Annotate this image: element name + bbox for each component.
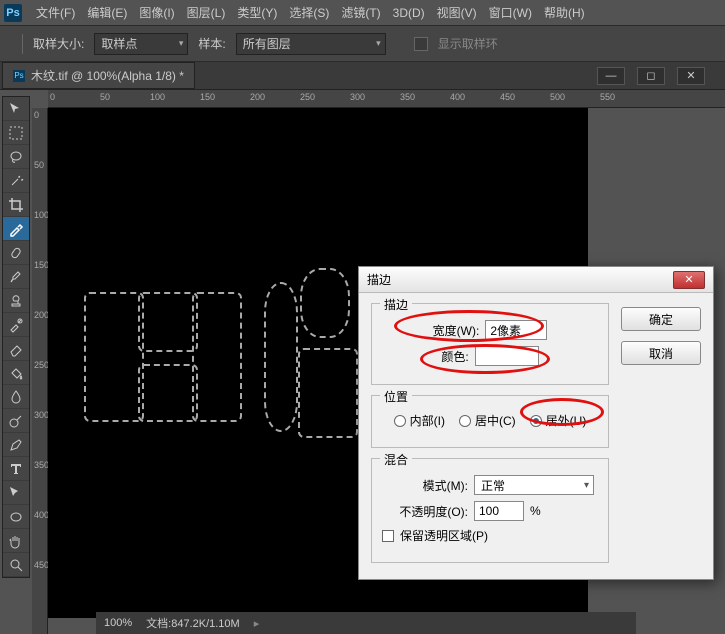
dialog-close-button[interactable]: ✕: [673, 271, 705, 289]
dodge-tool[interactable]: [3, 409, 29, 433]
dialog-titlebar[interactable]: 描边 ✕: [359, 267, 713, 293]
menu-layer[interactable]: 图层(L): [181, 0, 232, 25]
preserve-checkbox[interactable]: 保留透明区域(P): [382, 527, 488, 544]
document-tab[interactable]: Ps 木纹.tif @ 100%(Alpha 1/8) *: [2, 62, 195, 89]
sample-size-dropdown[interactable]: 取样点: [94, 33, 188, 55]
position-fieldset: 位置 内部(I) 居中(C) 居外(U): [371, 395, 609, 448]
pos-outside-radio[interactable]: 居外(U): [530, 412, 587, 429]
maximize-button[interactable]: ◻: [637, 67, 665, 85]
width-input[interactable]: [485, 320, 547, 340]
hand-tool[interactable]: [3, 529, 29, 553]
wand-tool[interactable]: [3, 169, 29, 193]
brush-tool[interactable]: [3, 265, 29, 289]
mode-label: 模式(M):: [382, 477, 468, 494]
menu-edit[interactable]: 编辑(E): [81, 0, 133, 25]
menu-view[interactable]: 视图(V): [431, 0, 483, 25]
color-label: 颜色:: [441, 348, 468, 365]
ruler-vertical: 050100150200250300350400450: [32, 108, 48, 634]
sample-label: 样本:: [198, 35, 225, 52]
tool-panel: [2, 96, 30, 578]
opacity-input[interactable]: [474, 501, 524, 521]
divider: [22, 34, 23, 54]
marquee-tool[interactable]: [3, 121, 29, 145]
path-tool[interactable]: [3, 481, 29, 505]
menu-file[interactable]: 文件(F): [30, 0, 81, 25]
menu-filter[interactable]: 滤镜(T): [335, 0, 386, 25]
stroke-legend: 描边: [380, 296, 412, 313]
type-tool[interactable]: [3, 457, 29, 481]
close-button[interactable]: ✕: [677, 67, 705, 85]
menu-type[interactable]: 类型(Y): [231, 0, 283, 25]
move-tool[interactable]: [3, 97, 29, 121]
blur-tool[interactable]: [3, 385, 29, 409]
minimize-button[interactable]: —: [597, 67, 625, 85]
sample-dropdown[interactable]: 所有图层: [236, 33, 386, 55]
shape-tool[interactable]: [3, 505, 29, 529]
history-brush-tool[interactable]: [3, 313, 29, 337]
blend-fieldset: 混合 模式(M): 正常 不透明度(O): % 保留透明区域(P): [371, 458, 609, 563]
pos-inside-radio[interactable]: 内部(I): [394, 412, 445, 429]
stroke-dialog: 描边 ✕ 描边 宽度(W): 颜色:: [358, 266, 714, 580]
eraser-tool[interactable]: [3, 337, 29, 361]
cancel-button[interactable]: 取消: [621, 341, 701, 365]
mode-select[interactable]: 正常: [474, 475, 594, 495]
crop-tool[interactable]: [3, 193, 29, 217]
eyedropper-tool[interactable]: [3, 217, 29, 241]
heal-tool[interactable]: [3, 241, 29, 265]
position-legend: 位置: [380, 388, 412, 405]
document-titlebar: Ps 木纹.tif @ 100%(Alpha 1/8) * — ◻ ✕: [0, 62, 725, 90]
menu-select[interactable]: 选择(S): [283, 0, 335, 25]
pos-center-radio[interactable]: 居中(C): [459, 412, 516, 429]
menu-help[interactable]: 帮助(H): [538, 0, 591, 25]
menu-window[interactable]: 窗口(W): [483, 0, 538, 25]
sample-size-label: 取样大小:: [33, 35, 84, 52]
menu-image[interactable]: 图像(I): [133, 0, 180, 25]
window-controls: — ◻ ✕: [597, 67, 725, 85]
zoom-tool[interactable]: [3, 553, 29, 577]
workspace: 050100150200250300350400450500550 050100…: [0, 90, 725, 634]
bucket-tool[interactable]: [3, 361, 29, 385]
ps-logo: Ps: [4, 4, 22, 22]
color-swatch[interactable]: [475, 346, 539, 366]
dialog-title: 描边: [367, 271, 391, 288]
ps-mini-icon: Ps: [13, 70, 25, 82]
ok-button[interactable]: 确定: [621, 307, 701, 331]
menubar: Ps 文件(F) 编辑(E) 图像(I) 图层(L) 类型(Y) 选择(S) 滤…: [0, 0, 725, 26]
stamp-tool[interactable]: [3, 289, 29, 313]
menu-3d[interactable]: 3D(D): [387, 2, 431, 24]
width-label: 宽度(W):: [433, 322, 480, 339]
lasso-tool[interactable]: [3, 145, 29, 169]
opacity-label: 不透明度(O):: [382, 503, 468, 520]
stroke-fieldset: 描边 宽度(W): 颜色:: [371, 303, 609, 385]
show-ring-checkbox[interactable]: [414, 37, 428, 51]
pen-tool[interactable]: [3, 433, 29, 457]
blend-legend: 混合: [380, 451, 412, 468]
options-bar: 取样大小: 取样点 样本: 所有图层 显示取样环: [0, 26, 725, 62]
show-ring-label: 显示取样环: [438, 35, 498, 52]
zoom-level[interactable]: 100%: [104, 617, 132, 629]
document-title: 木纹.tif @ 100%(Alpha 1/8) *: [31, 67, 184, 84]
docsize-value: 847.2K/1.10M: [171, 618, 240, 630]
ruler-horizontal: 050100150200250300350400450500550: [48, 90, 725, 108]
statusbar: 100% 文档:847.2K/1.10M ▸: [96, 612, 636, 634]
